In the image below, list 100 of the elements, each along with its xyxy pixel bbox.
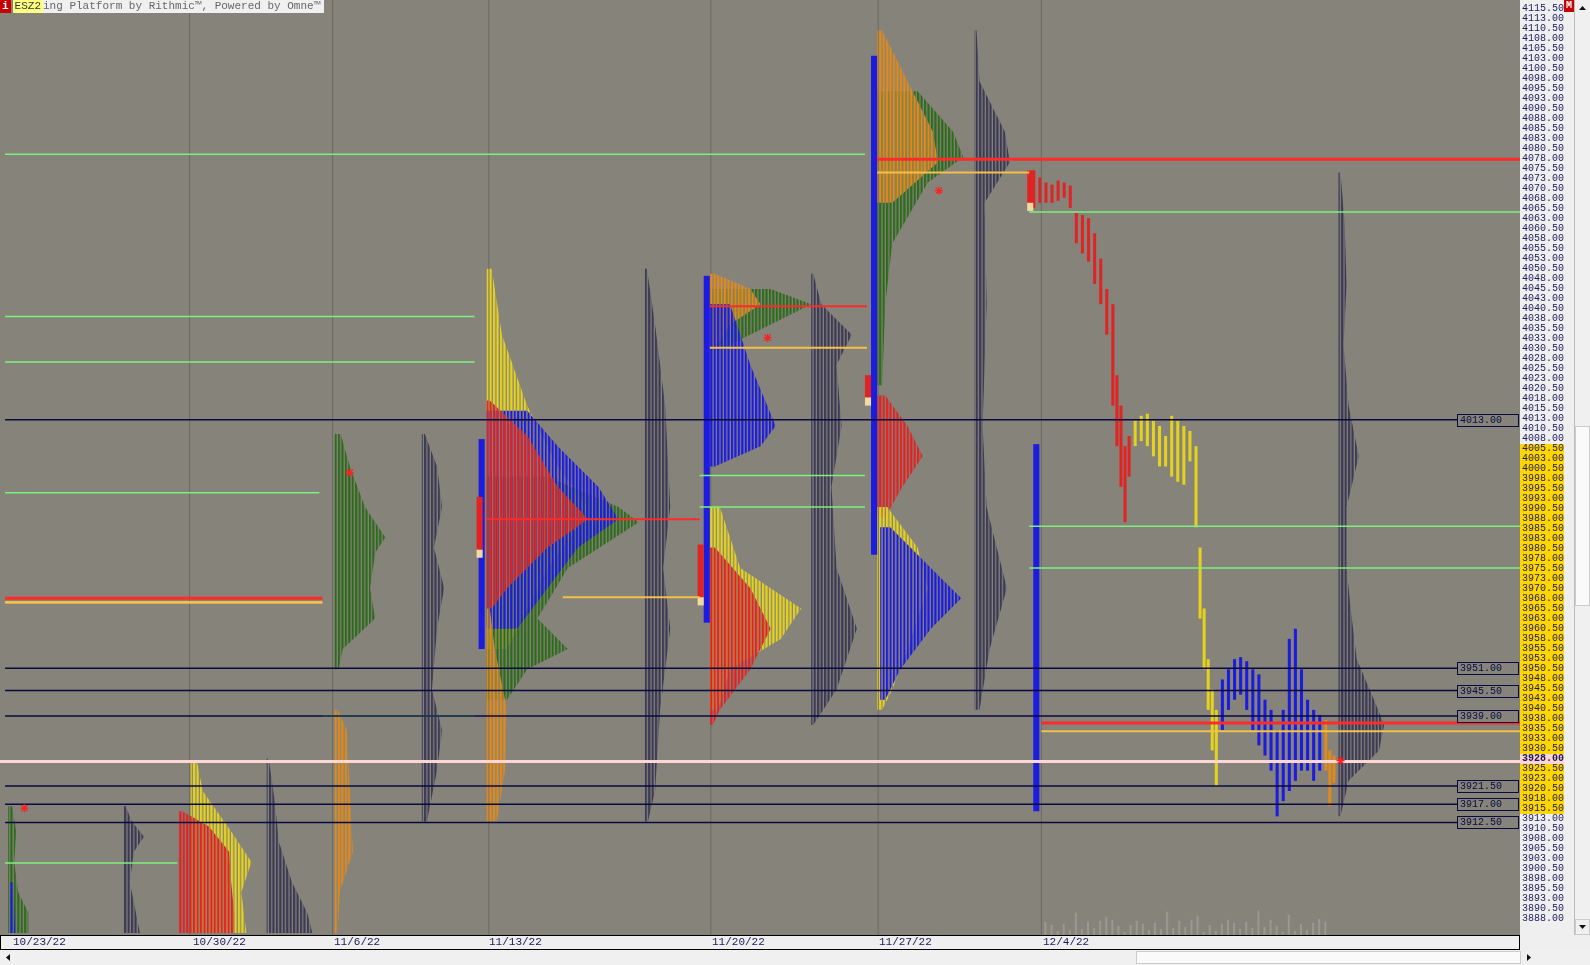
price-tick-label: 3903.00 [1521, 854, 1564, 864]
initial-balance-marker [1027, 170, 1034, 211]
price-tick-label: 4113.00 [1521, 14, 1564, 24]
price-tick-label: 4090.50 [1521, 104, 1564, 114]
price-tick-label: 4025.50 [1521, 364, 1564, 374]
price-tick-label: 3938.00 [1520, 714, 1564, 724]
price-level-label: 4013.00 [1457, 413, 1519, 427]
price-tick-label: 4065.50 [1521, 204, 1564, 214]
asterisk-marker [1335, 755, 1346, 766]
price-tick-label: 3925.50 [1520, 764, 1564, 774]
date-label: 11/6/22 [334, 936, 382, 949]
left-arrow-icon [6, 954, 10, 961]
price-tick-label: 4008.00 [1521, 434, 1564, 444]
price-tick-label: 4035.50 [1521, 324, 1564, 334]
platform-title: ing Platform by Rithmic™, Powered by Omne™ [43, 0, 325, 13]
asterisk-marker [19, 803, 29, 813]
price-tick-label: 4073.00 [1521, 174, 1564, 184]
price-tick-label: 4053.00 [1521, 254, 1564, 264]
price-tick-label: 4110.50 [1521, 24, 1564, 34]
price-tick-label: 4080.50 [1521, 144, 1564, 154]
price-tick-label: 4100.50 [1521, 64, 1564, 74]
price-tick-label: 4075.50 [1521, 164, 1564, 174]
price-tick-label: 3913.00 [1521, 814, 1564, 824]
price-level-label: 3945.50 [1457, 684, 1519, 698]
price-tick-label: 3908.00 [1521, 834, 1564, 844]
price-tick-label: 3898.00 [1521, 874, 1564, 884]
price-tick-label: 4083.00 [1521, 134, 1564, 144]
price-level-label: 3917.00 [1457, 798, 1519, 812]
date-label: 11/13/22 [489, 936, 543, 949]
price-tick-label: 4038.00 [1521, 314, 1564, 324]
price-tick-label: 4050.50 [1521, 264, 1564, 274]
price-tick-label: 4045.50 [1521, 284, 1564, 294]
price-tick-label: 3995.50 [1520, 484, 1564, 494]
price-tick-label: 3910.50 [1521, 824, 1564, 834]
up-arrow-icon [1579, 6, 1586, 10]
date-label: 11/20/22 [712, 936, 766, 949]
price-tick-label: 3988.00 [1520, 514, 1564, 524]
price-tick-label: 4013.00 [1521, 414, 1564, 424]
price-tick-label: 3923.00 [1520, 774, 1564, 784]
price-tick-label: 3993.00 [1520, 494, 1564, 504]
price-tick-label: 3990.50 [1520, 504, 1564, 514]
price-tick-label: 3888.00 [1521, 914, 1564, 924]
price-tick-label: 3970.50 [1520, 584, 1564, 594]
price-tick-label: 3918.00 [1520, 794, 1564, 804]
price-tick-label: 4093.00 [1521, 94, 1564, 104]
price-tick-label: 3890.50 [1521, 904, 1564, 914]
price-tick-label: 3943.00 [1520, 694, 1564, 704]
price-tick-label: 4115.50 [1521, 4, 1564, 14]
price-tick-label: 3945.50 [1520, 684, 1564, 694]
price-tick-label: 3973.00 [1520, 574, 1564, 584]
price-tick-label: 4028.00 [1521, 354, 1564, 364]
price-tick-label: 3985.50 [1520, 524, 1564, 534]
price-tick-label: 3963.00 [1520, 614, 1564, 624]
price-tick-label: 3948.00 [1520, 674, 1564, 684]
price-tick-label: 4020.50 [1521, 384, 1564, 394]
price-tick-label: 4105.50 [1521, 44, 1564, 54]
price-tick-label: 4098.00 [1521, 74, 1564, 84]
price-tick-label: 3930.50 [1520, 744, 1564, 754]
price-tick-label: 4030.50 [1521, 344, 1564, 354]
price-tick-label: 3905.50 [1521, 844, 1564, 854]
price-tick-label: 4010.50 [1521, 424, 1564, 434]
price-level-label: 3921.50 [1457, 779, 1519, 793]
price-tick-label: 4048.00 [1521, 274, 1564, 284]
price-tick-label: 3953.00 [1520, 654, 1564, 664]
initial-balance-marker [697, 544, 704, 606]
price-tick-label: 4018.00 [1521, 394, 1564, 404]
price-tick-label: 3978.00 [1520, 554, 1564, 564]
price-tick-label: 3915.50 [1520, 804, 1564, 814]
date-label: 10/30/22 [193, 936, 247, 949]
price-tick-label: 4085.50 [1521, 124, 1564, 134]
price-tick-label: 3893.00 [1521, 894, 1564, 904]
info-badge[interactable]: i [0, 0, 11, 13]
date-label: 12/4/22 [1043, 936, 1091, 949]
asterisk-marker [934, 186, 944, 196]
price-tick-label: 4043.00 [1521, 294, 1564, 304]
price-tick-label: 4095.50 [1521, 84, 1564, 94]
price-tick-label: 3933.00 [1520, 734, 1564, 744]
price-tick-label: 3900.50 [1521, 864, 1564, 874]
scrollbar-thumb[interactable] [1136, 951, 1521, 964]
initial-balance-marker [864, 375, 872, 406]
price-tick-label: 4015.50 [1521, 404, 1564, 414]
symbol-label: ESZ2 [12, 0, 43, 13]
scroll-down-button[interactable] [1575, 919, 1590, 935]
price-tick-label: 4060.50 [1521, 224, 1564, 234]
price-tick-label: 3935.50 [1520, 724, 1564, 734]
price-tick-label: 4005.50 [1520, 444, 1564, 454]
price-tick-label: 4003.00 [1520, 454, 1564, 464]
price-tick-label: 4058.00 [1521, 234, 1564, 244]
price-tick-label: 3920.50 [1520, 784, 1564, 794]
scrollbar-thumb[interactable] [1575, 426, 1590, 606]
price-tick-label: 3980.50 [1520, 544, 1564, 554]
price-tick-label: 3968.00 [1520, 594, 1564, 604]
date-label: 10/23/22 [13, 936, 67, 949]
price-level-label: 3939.00 [1457, 709, 1519, 723]
price-tick-label: 3955.50 [1520, 644, 1564, 654]
price-tick-label: 3960.50 [1520, 624, 1564, 634]
market-badge[interactable]: M [1564, 0, 1574, 12]
date-label: 11/27/22 [879, 936, 933, 949]
price-level-label: 3951.00 [1457, 662, 1519, 676]
price-tick-label: 3895.50 [1521, 884, 1564, 894]
